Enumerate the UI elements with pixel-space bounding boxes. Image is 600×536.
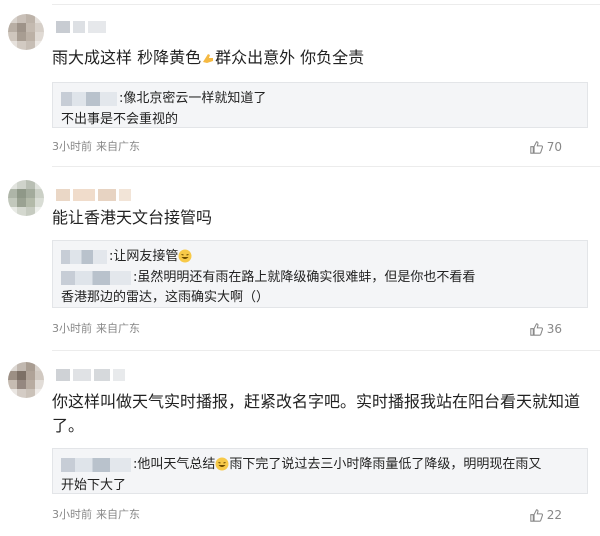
comment-text: 雨大成这样 秒降黄色 群众出意外 你负全责 [52, 48, 365, 67]
comment-item: 能让香港天文台接管吗 :让网友接管 :虽然明明还有雨在路上就降级确实很难蚌，但是… [0, 166, 600, 352]
pointing-hand-icon [203, 54, 214, 63]
comment-text: 你这样叫做天气实时播报，赶紧改名字吧。实时播报我站在阳台看天就知道 了。 [52, 392, 581, 435]
quote-line: 香港那边的雷达，这雨确实大啊（） [61, 290, 270, 305]
laughing-face-icon [178, 249, 192, 262]
timestamp: 3小时前 [52, 322, 92, 335]
quoted-username[interactable] [61, 92, 117, 106]
username[interactable] [56, 366, 128, 381]
thumbs-up-icon [530, 322, 543, 336]
location: 来自广东 [96, 322, 140, 335]
like-count: 70 [546, 140, 562, 154]
laughing-face-icon [215, 457, 229, 470]
quoted-username[interactable] [61, 250, 107, 264]
quoted-username[interactable] [61, 270, 131, 285]
timestamp: 3小时前 [52, 508, 92, 521]
comment-meta: 3小时前 来自广东 [52, 322, 144, 336]
quoted-reply[interactable]: :他叫天气总结 雨下完了说过去三小时降雨量低了降级，明明现在雨又 开始下大了 [52, 448, 588, 494]
comment-item: 你这样叫做天气实时播报，赶紧改名字吧。实时播报我站在阳台看天就知道 了。 :他叫… [0, 350, 600, 536]
quoted-reply[interactable]: :让网友接管 :虽然明明还有雨在路上就降级确实很难蚌，但是你也不看看 香港那边的… [52, 240, 588, 308]
like-button[interactable]: 22 [530, 508, 562, 522]
location: 来自广东 [96, 508, 140, 521]
quote-line: 不出事是不会重视的 [61, 111, 179, 127]
comment-item: 雨大成这样 秒降黄色 群众出意外 你负全责 :像北京密云一样就知道了 不出事是不会… [0, 0, 600, 165]
avatar[interactable] [8, 362, 44, 398]
username[interactable] [56, 18, 109, 33]
quoted-username[interactable] [61, 458, 131, 472]
like-button[interactable]: 36 [530, 322, 562, 336]
avatar[interactable] [8, 180, 44, 216]
quoted-reply[interactable]: :像北京密云一样就知道了 不出事是不会重视的 [52, 82, 588, 128]
comment-meta: 3小时前 来自广东 [52, 508, 144, 522]
like-button[interactable]: 70 [530, 140, 562, 154]
username[interactable] [56, 186, 134, 201]
location: 来自广东 [96, 140, 140, 153]
like-count: 22 [546, 508, 562, 522]
avatar[interactable] [8, 14, 44, 50]
comment-text: 能让香港天文台接管吗 [52, 208, 213, 227]
thumbs-up-icon [530, 508, 543, 522]
like-count: 36 [546, 322, 562, 336]
comment-meta: 3小时前 来自广东 [52, 140, 144, 154]
quote-line: 开始下大了 [61, 477, 127, 493]
thumbs-up-icon [530, 140, 543, 154]
timestamp: 3小时前 [52, 140, 92, 153]
